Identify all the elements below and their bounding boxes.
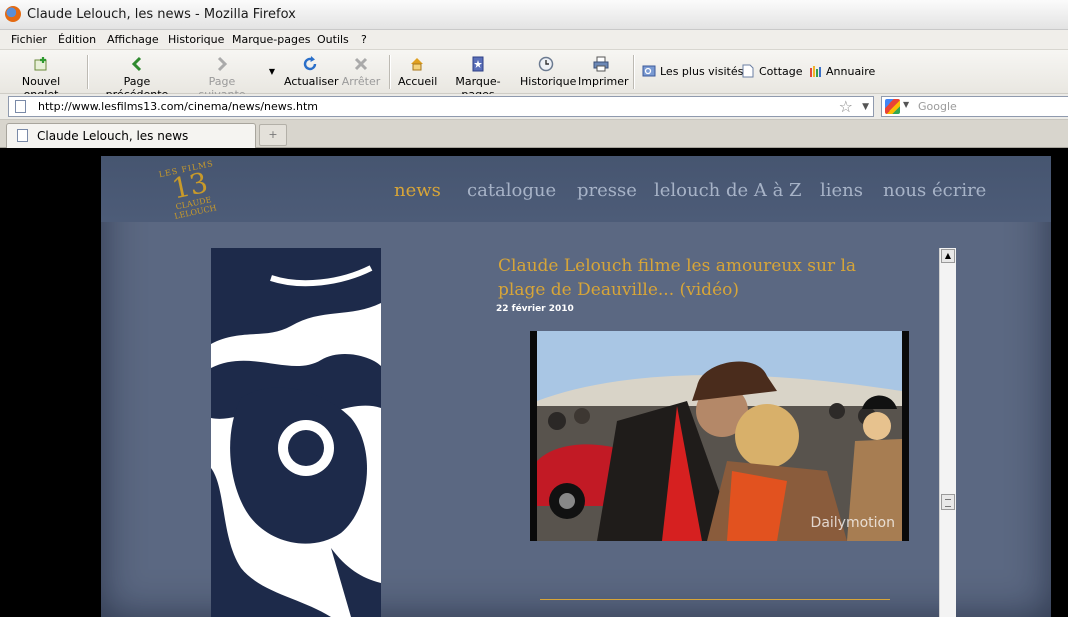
toolbar-separator	[389, 55, 391, 89]
navigation-toolbar: Nouvel onglet Page précédente Page suiva…	[0, 50, 1068, 101]
clock-icon	[538, 56, 554, 72]
firefox-logo-icon	[5, 6, 21, 22]
article-date: 22 février 2010	[496, 304, 574, 314]
chevron-down-icon: ▼	[268, 67, 276, 76]
annuaire-icon	[810, 66, 821, 77]
new-tab-plus-button[interactable]: +	[259, 124, 287, 146]
site-nav-liens[interactable]: liens	[820, 180, 863, 201]
forward-arrow-icon	[217, 56, 228, 72]
site-header: LES FILMS 13 CLAUDE LELOUCH news catalog…	[101, 156, 1051, 222]
address-bar-row: http://www.lesfilms13.com/cinema/news/ne…	[0, 94, 1068, 120]
back-button[interactable]: Page précédente	[94, 54, 180, 101]
home-button[interactable]: Accueil	[398, 54, 438, 90]
print-label: Imprimer	[578, 75, 629, 88]
url-dropdown-icon[interactable]: ▼	[862, 98, 869, 116]
stop-label: Arrêter	[341, 75, 381, 88]
bookmark-cottage[interactable]: Cottage	[741, 64, 803, 78]
chevron-down-icon[interactable]: ▼	[903, 100, 909, 109]
site-nav-lelouch-a-z[interactable]: lelouch de A à Z	[654, 180, 802, 201]
new-tab-icon	[34, 57, 47, 71]
stop-icon	[354, 57, 368, 71]
video-watermark: Dailymotion	[810, 515, 895, 531]
url-input[interactable]: http://www.lesfilms13.com/cinema/news/ne…	[8, 96, 874, 117]
bookmarks-icon	[472, 56, 484, 72]
toolbar-separator	[87, 55, 89, 89]
most-visited-icon	[642, 65, 656, 77]
site-nav-catalogue[interactable]: catalogue	[467, 180, 556, 201]
menu-help[interactable]: ?	[361, 33, 367, 46]
page-icon	[17, 129, 28, 142]
forward-button[interactable]: Page suivante	[185, 54, 259, 101]
video-frame	[537, 331, 902, 541]
bookmark-annuaire[interactable]: Annuaire	[808, 64, 875, 78]
scrollbar-thumb[interactable]	[941, 494, 955, 510]
site-container: LES FILMS 13 CLAUDE LELOUCH news catalog…	[101, 156, 1051, 617]
content-scrollbar[interactable]: ▲	[939, 248, 956, 617]
site-nav-nous-ecrire[interactable]: nous écrire	[883, 180, 986, 201]
article-title[interactable]: Claude Lelouch filme les amoureux sur la…	[498, 254, 898, 302]
window-title-bar: Claude Lelouch, les news - Mozilla Firef…	[0, 0, 1068, 30]
history-dropdown-button[interactable]: ▼	[266, 54, 278, 90]
tab-claude-lelouch-news[interactable]: Claude Lelouch, les news	[6, 123, 256, 148]
window-title: Claude Lelouch, les news - Mozilla Firef…	[27, 7, 296, 22]
page-viewport: LES FILMS 13 CLAUDE LELOUCH news catalog…	[0, 148, 1068, 617]
reload-icon	[303, 56, 317, 71]
article-divider	[540, 599, 890, 600]
bookmark-most-visited[interactable]: Les plus visités	[642, 64, 743, 78]
reload-label: Actualiser	[284, 75, 339, 88]
printer-icon	[593, 56, 609, 72]
menu-marque-pages[interactable]: Marque-pages	[232, 33, 310, 46]
page-icon	[15, 100, 26, 113]
site-nav-news[interactable]: news	[394, 180, 441, 201]
search-placeholder: Google	[918, 100, 957, 113]
menu-fichier[interactable]: Fichier	[11, 33, 47, 46]
bookmark-annuaire-label: Annuaire	[826, 64, 876, 78]
star-bookmark-icon[interactable]: ☆	[839, 97, 853, 116]
print-button[interactable]: Imprimer	[578, 54, 629, 90]
bookmark-cottage-label: Cottage	[759, 64, 803, 78]
tab-label: Claude Lelouch, les news	[37, 129, 189, 143]
menu-edition[interactable]: Édition	[58, 33, 96, 46]
menu-historique[interactable]: Historique	[168, 33, 224, 46]
site-logo[interactable]: LES FILMS 13 CLAUDE LELOUCH	[151, 157, 233, 234]
google-icon[interactable]	[885, 99, 900, 114]
site-nav-presse[interactable]: presse	[577, 180, 637, 201]
lelouch-portrait-image	[211, 248, 381, 617]
history-label: Historique	[520, 75, 577, 88]
history-button[interactable]: Historique	[520, 54, 576, 90]
home-label: Accueil	[398, 75, 438, 88]
back-arrow-icon	[131, 56, 142, 72]
scroll-up-icon[interactable]: ▲	[941, 249, 955, 263]
page-icon	[742, 64, 754, 78]
bookmark-most-visited-label: Les plus visités	[660, 64, 744, 78]
url-text: http://www.lesfilms13.com/cinema/news/ne…	[38, 100, 318, 113]
bookmarks-button[interactable]: Marque-pages	[441, 54, 515, 101]
video-player[interactable]: Dailymotion	[530, 331, 909, 541]
new-tab-button[interactable]: Nouvel onglet	[6, 54, 76, 101]
stop-button[interactable]: Arrêter	[341, 54, 381, 90]
menu-affichage[interactable]: Affichage	[107, 33, 159, 46]
toolbar-separator	[633, 55, 635, 89]
plus-icon: +	[268, 128, 278, 141]
menu-outils[interactable]: Outils	[317, 33, 349, 46]
menu-bar: Fichier Édition Affichage Historique Mar…	[0, 30, 1068, 50]
home-icon	[411, 58, 423, 71]
reload-button[interactable]: Actualiser	[284, 54, 339, 90]
search-input[interactable]: ▼ Google	[881, 96, 1068, 117]
tab-bar: Claude Lelouch, les news +	[0, 120, 1068, 148]
